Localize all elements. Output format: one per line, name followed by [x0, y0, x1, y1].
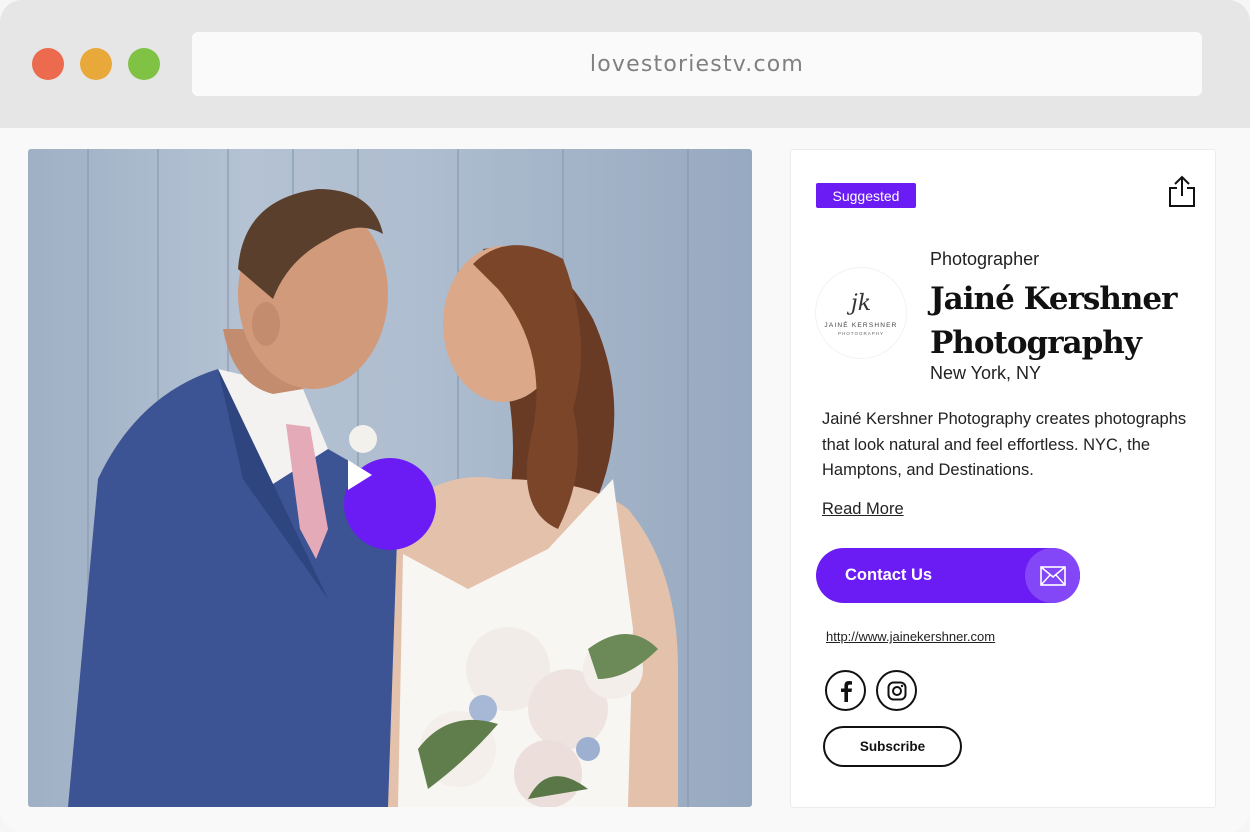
contact-us-button[interactable]: Contact Us [816, 548, 1080, 603]
window-close-button[interactable] [32, 48, 64, 80]
browser-titlebar: lovestoriestv.com [0, 0, 1250, 128]
vendor-location: New York, NY [930, 363, 1042, 383]
logo-name: JAINÉ KERSHNER [824, 321, 898, 329]
address-bar[interactable]: lovestoriestv.com [192, 32, 1202, 96]
mail-icon [1039, 565, 1066, 586]
facebook-button[interactable] [825, 670, 866, 711]
play-button[interactable] [344, 458, 436, 550]
share-icon [1169, 175, 1195, 207]
suggested-badge: Suggested [816, 183, 916, 208]
vendor-logo: jk JAINÉ KERSHNER PHOTOGRAPHY [815, 267, 907, 359]
website-link[interactable]: http://www.jainekershner.com [826, 629, 995, 644]
facebook-icon [840, 680, 852, 702]
instagram-button[interactable] [876, 670, 917, 711]
play-icon [348, 460, 372, 490]
vendor-role: Photographer [930, 249, 1040, 269]
window-minimize-button[interactable] [80, 48, 112, 80]
vendor-card: Suggested jk JAINÉ KERSHNER PHOTOGRAPHY … [790, 149, 1216, 808]
subscribe-button[interactable]: Subscribe [823, 726, 962, 767]
instagram-icon [887, 681, 906, 700]
logo-monogram: jk [850, 290, 872, 316]
contact-us-label: Contact Us [845, 566, 933, 584]
video-player[interactable] [28, 149, 752, 807]
read-more-link[interactable]: Read More [822, 500, 904, 519]
vendor-name: Jainé Kershner Photography [930, 281, 1178, 361]
logo-subtitle: PHOTOGRAPHY [838, 330, 884, 336]
page-content: Suggested jk JAINÉ KERSHNER PHOTOGRAPHY … [0, 128, 1250, 832]
share-button[interactable] [1167, 174, 1197, 208]
address-bar-url: lovestoriestv.com [589, 51, 805, 77]
vendor-description: Jainé Kershner Photography creates photo… [822, 410, 1187, 479]
window-zoom-button[interactable] [128, 48, 160, 80]
mail-button[interactable] [1025, 548, 1080, 603]
browser-window: lovestoriestv.com Suggested jk JAINÉ KER… [0, 0, 1250, 832]
